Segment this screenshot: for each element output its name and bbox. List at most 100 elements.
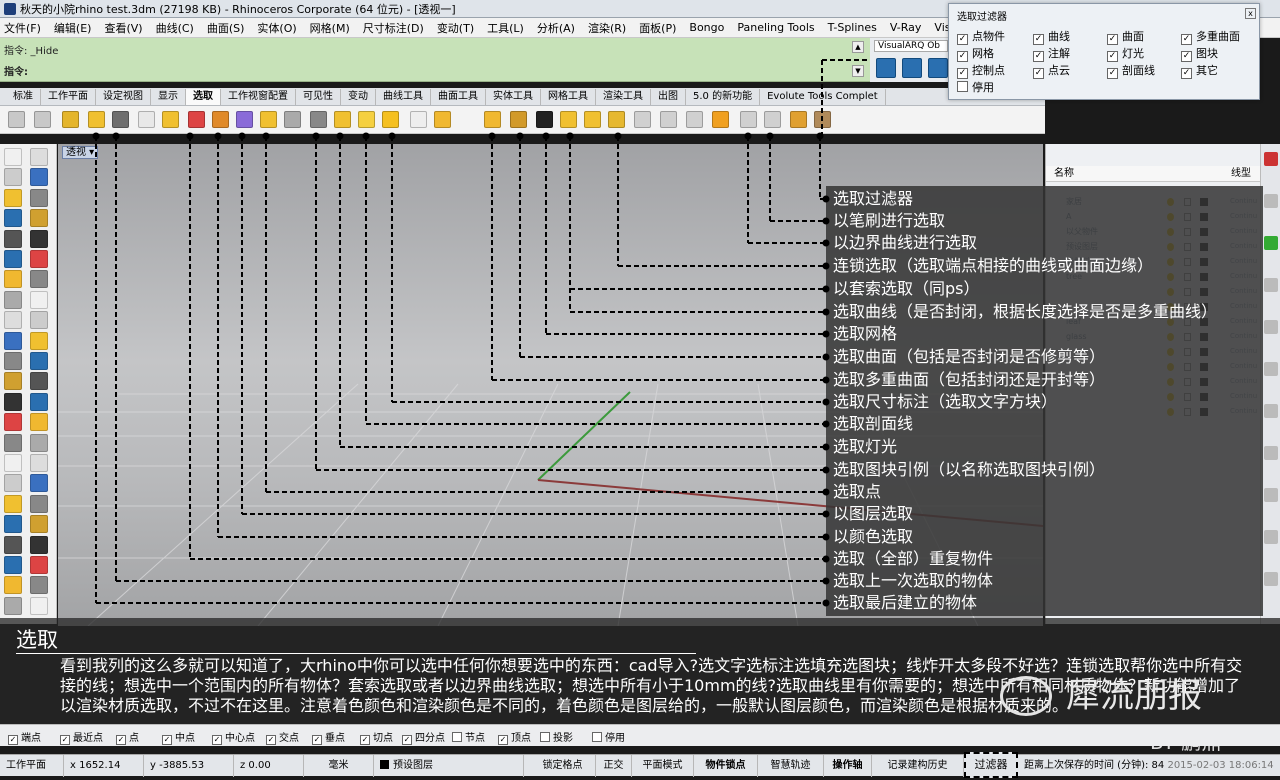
- checkbox-icon[interactable]: ✓: [8, 735, 18, 745]
- status-button-2[interactable]: 平面模式: [632, 755, 694, 777]
- visualarq-slab-icon[interactable]: [902, 58, 922, 78]
- left-tool-icon[interactable]: [30, 535, 48, 554]
- panel-tab-icon[interactable]: [1264, 488, 1278, 502]
- menu-item-9[interactable]: 工具(L): [487, 20, 524, 36]
- menu-item-6[interactable]: 网格(M): [310, 20, 350, 36]
- menu-item-3[interactable]: 曲线(C): [156, 20, 194, 36]
- select-window-icon[interactable]: [34, 111, 51, 128]
- checkbox-icon[interactable]: ✓: [266, 735, 276, 745]
- select-polysurface-icon[interactable]: [88, 111, 105, 128]
- tab-4[interactable]: 选取: [186, 89, 221, 105]
- left-tool-icon[interactable]: [30, 331, 48, 350]
- toolbar-icon-27[interactable]: [712, 111, 729, 128]
- select-polysurface-icon[interactable]: [382, 111, 399, 128]
- checkbox-icon[interactable]: [592, 732, 602, 742]
- checkbox-icon[interactable]: ✓: [360, 735, 370, 745]
- select-dimension-icon[interactable]: [358, 111, 375, 128]
- menu-item-0[interactable]: 文件(F): [4, 20, 41, 36]
- tab-11[interactable]: 网格工具: [541, 89, 596, 105]
- left-tool-icon[interactable]: [30, 372, 48, 391]
- left-tool-icon[interactable]: [30, 515, 48, 534]
- left-tool-icon[interactable]: [4, 331, 22, 350]
- panel-tab-icon[interactable]: [1264, 152, 1278, 166]
- tab-3[interactable]: 显示: [151, 89, 186, 105]
- left-tool-icon[interactable]: [30, 454, 48, 472]
- tab-6[interactable]: 可见性: [296, 89, 341, 105]
- close-icon[interactable]: x: [1245, 8, 1256, 19]
- left-tool-icon[interactable]: [4, 372, 22, 391]
- filter-item-10[interactable]: ✓ 剖面线: [1107, 62, 1155, 79]
- left-tool-icon[interactable]: [4, 311, 22, 330]
- left-tool-icon[interactable]: [4, 596, 22, 615]
- panel-tab-icon[interactable]: [1264, 530, 1278, 544]
- left-tool-icon[interactable]: [30, 494, 48, 513]
- status-button-0[interactable]: 锁定格点: [530, 755, 596, 777]
- menu-item-2[interactable]: 查看(V): [104, 20, 142, 36]
- checkbox-icon[interactable]: ✓: [402, 735, 412, 745]
- left-tool-icon[interactable]: [4, 433, 22, 452]
- select-brush-icon[interactable]: [584, 111, 601, 128]
- left-tool-icon[interactable]: [4, 209, 22, 228]
- left-tool-icon[interactable]: [30, 474, 48, 493]
- left-tool-icon[interactable]: [30, 392, 48, 411]
- filter-item-7[interactable]: ✓ 图块: [1181, 45, 1218, 62]
- checkbox-icon[interactable]: ✓: [60, 735, 70, 745]
- filter-item-12[interactable]: 停用: [957, 79, 994, 95]
- toolbar-icon-26[interactable]: [686, 111, 703, 128]
- checkbox-icon[interactable]: [957, 81, 968, 92]
- visualarq-beam-icon[interactable]: [928, 58, 948, 78]
- panel-tab-icon[interactable]: [1264, 194, 1278, 208]
- osnap-item-0[interactable]: ✓ 端点: [8, 729, 41, 745]
- osnap-item-1[interactable]: ✓ 最近点: [60, 729, 103, 745]
- toolbar-icon-30[interactable]: [790, 111, 807, 128]
- left-tool-icon[interactable]: [4, 392, 22, 411]
- filter-item-3[interactable]: ✓ 多重曲面: [1181, 28, 1240, 45]
- left-tool-icon[interactable]: [30, 250, 48, 268]
- left-tool-icon[interactable]: [4, 556, 22, 574]
- status-button-4[interactable]: 智慧轨迹: [758, 755, 824, 777]
- osnap-item-2[interactable]: ✓ 点: [116, 729, 139, 745]
- left-tool-icon[interactable]: [4, 454, 22, 472]
- checkbox-icon[interactable]: ✓: [1033, 51, 1044, 62]
- left-tool-icon[interactable]: [4, 474, 22, 493]
- select-mesh-icon[interactable]: [434, 111, 451, 128]
- left-tool-icon[interactable]: [4, 290, 22, 309]
- left-tool-icon[interactable]: [4, 413, 22, 432]
- select-point-cloud-icon[interactable]: [260, 111, 277, 128]
- filter-item-2[interactable]: ✓ 曲面: [1107, 28, 1144, 45]
- tab-7[interactable]: 变动: [341, 89, 376, 105]
- left-tool-icon[interactable]: [4, 576, 22, 595]
- left-tool-icon[interactable]: [4, 535, 22, 554]
- left-tool-icon[interactable]: [30, 188, 48, 207]
- filter-item-8[interactable]: ✓ 控制点: [957, 62, 1005, 79]
- undo-select-icon[interactable]: [112, 111, 129, 128]
- checkbox-icon[interactable]: ✓: [1033, 68, 1044, 79]
- left-tool-icon[interactable]: [30, 270, 48, 289]
- status-button-3[interactable]: 物件锁点: [694, 755, 758, 777]
- filter-item-6[interactable]: ✓ 灯光: [1107, 45, 1144, 62]
- filter-button[interactable]: 过滤器: [964, 752, 1018, 778]
- scroll-down-icon[interactable]: ▼: [852, 65, 864, 77]
- osnap-item-9[interactable]: 节点: [452, 729, 485, 744]
- menu-item-1[interactable]: 编辑(E): [54, 20, 92, 36]
- menu-item-13[interactable]: Bongo: [689, 21, 724, 34]
- select-color-icon[interactable]: [188, 111, 205, 128]
- checkbox-icon[interactable]: ✓: [1107, 51, 1118, 62]
- filter-item-4[interactable]: ✓ 网格: [957, 45, 994, 62]
- tab-10[interactable]: 实体工具: [486, 89, 541, 105]
- left-tool-icon[interactable]: [4, 515, 22, 534]
- tab-15[interactable]: Evolute Tools Complet: [760, 89, 886, 105]
- menu-item-7[interactable]: 尺寸标注(D): [363, 20, 424, 36]
- toolbar-icon-31[interactable]: [814, 111, 831, 128]
- filter-item-1[interactable]: ✓ 曲线: [1033, 28, 1070, 45]
- scroll-up-icon[interactable]: ▲: [852, 41, 864, 53]
- select-filter-icon[interactable]: [608, 111, 625, 128]
- left-tool-icon[interactable]: [30, 148, 48, 166]
- status-button-1[interactable]: 正交: [596, 755, 632, 777]
- left-tool-icon[interactable]: [30, 556, 48, 574]
- checkbox-icon[interactable]: [540, 732, 550, 742]
- tab-14[interactable]: 5.0 的新功能: [686, 89, 761, 105]
- menu-item-14[interactable]: Paneling Tools: [737, 21, 814, 34]
- osnap-item-4[interactable]: ✓ 中心点: [212, 729, 255, 745]
- left-tool-icon[interactable]: [30, 352, 48, 370]
